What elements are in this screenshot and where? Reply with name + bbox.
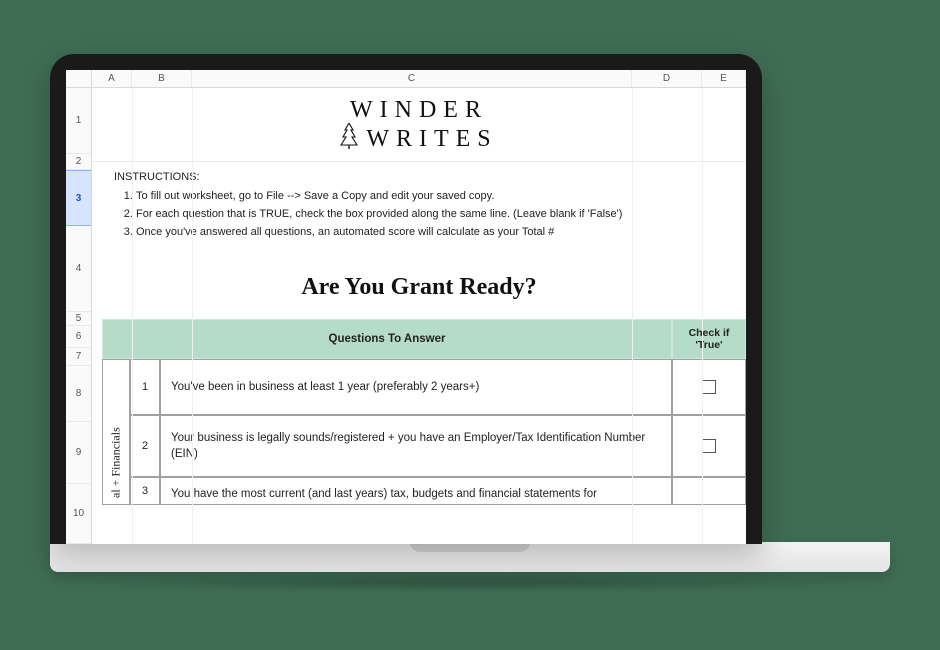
row-header-7[interactable]: 7 (66, 348, 91, 366)
q2-number: 2 (130, 415, 160, 477)
worksheet-table-wrap: Questions To Answer Check if 'True' al +… (92, 319, 746, 505)
q1-checkbox-cell (672, 359, 746, 415)
instructions-block: INSTRUCTIONS: To fill out worksheet, go … (92, 162, 746, 252)
col-header-E[interactable]: E (702, 70, 746, 87)
laptop-screen-frame: A B C D E 1 2 3 4 5 6 7 (50, 54, 762, 544)
q2-text: Your business is legally sounds/register… (160, 415, 672, 477)
row-header-9[interactable]: 9 (66, 422, 91, 484)
row-header-4[interactable]: 4 (66, 226, 91, 312)
row-header-6[interactable]: 6 (66, 326, 91, 348)
instructions-list: To fill out worksheet, go to File --> Sa… (136, 188, 736, 242)
instructions-heading: INSTRUCTIONS: (114, 170, 736, 186)
col-header-B[interactable]: B (132, 70, 192, 87)
row-header-5[interactable]: 5 (66, 312, 91, 326)
brand-line-2: WRITES (92, 123, 746, 155)
row-header-2[interactable]: 2 (66, 154, 91, 170)
q2-checkbox[interactable] (702, 439, 716, 453)
worksheet-table: Questions To Answer Check if 'True' al +… (102, 319, 746, 505)
q3-text: You have the most current (and last year… (160, 477, 672, 505)
select-all-corner[interactable] (66, 70, 92, 87)
brand-line-1: WINDER (92, 98, 746, 123)
q2-checkbox-cell (672, 415, 746, 477)
row-header-8[interactable]: 8 (66, 366, 91, 422)
spreadsheet: A B C D E 1 2 3 4 5 6 7 (66, 70, 746, 544)
laptop-shadow (80, 574, 860, 592)
row-header-3-selected[interactable]: 3 (66, 170, 91, 226)
page-title: Are You Grant Ready? (92, 274, 746, 301)
header-check: Check if 'True' (672, 319, 746, 359)
column-header-row: A B C D E (66, 70, 746, 88)
q3-number: 3 (130, 477, 160, 505)
row-header-10[interactable]: 10 (66, 484, 91, 544)
instruction-3: Once you've answered all questions, an a… (136, 224, 736, 242)
spreadsheet-body: 1 2 3 4 5 6 7 8 9 10 (66, 88, 746, 544)
laptop-mockup: A B C D E 1 2 3 4 5 6 7 (50, 54, 890, 592)
brand-logo: WINDER WRITES (92, 98, 746, 155)
category-label-financials: al + Financials (102, 359, 130, 505)
q1-checkbox[interactable] (702, 380, 716, 394)
sheet-content: WINDER WRITES (92, 88, 746, 544)
instruction-2: For each question that is TRUE, check th… (136, 206, 736, 224)
pine-tree-icon (340, 123, 358, 155)
row-header-strip: 1 2 3 4 5 6 7 8 9 10 (66, 88, 92, 544)
col-header-D[interactable]: D (632, 70, 702, 87)
q1-text: You've been in business at least 1 year … (160, 359, 672, 415)
q3-checkbox-cell (672, 477, 746, 505)
brand-bottom-text: WRITES (366, 127, 497, 152)
laptop-screen: A B C D E 1 2 3 4 5 6 7 (66, 70, 746, 544)
laptop-base (50, 542, 890, 572)
row-header-1[interactable]: 1 (66, 88, 91, 154)
col-header-A[interactable]: A (92, 70, 132, 87)
header-questions: Questions To Answer (102, 319, 672, 359)
q1-number: 1 (130, 359, 160, 415)
col-header-C[interactable]: C (192, 70, 632, 87)
instruction-1: To fill out worksheet, go to File --> Sa… (136, 188, 736, 206)
